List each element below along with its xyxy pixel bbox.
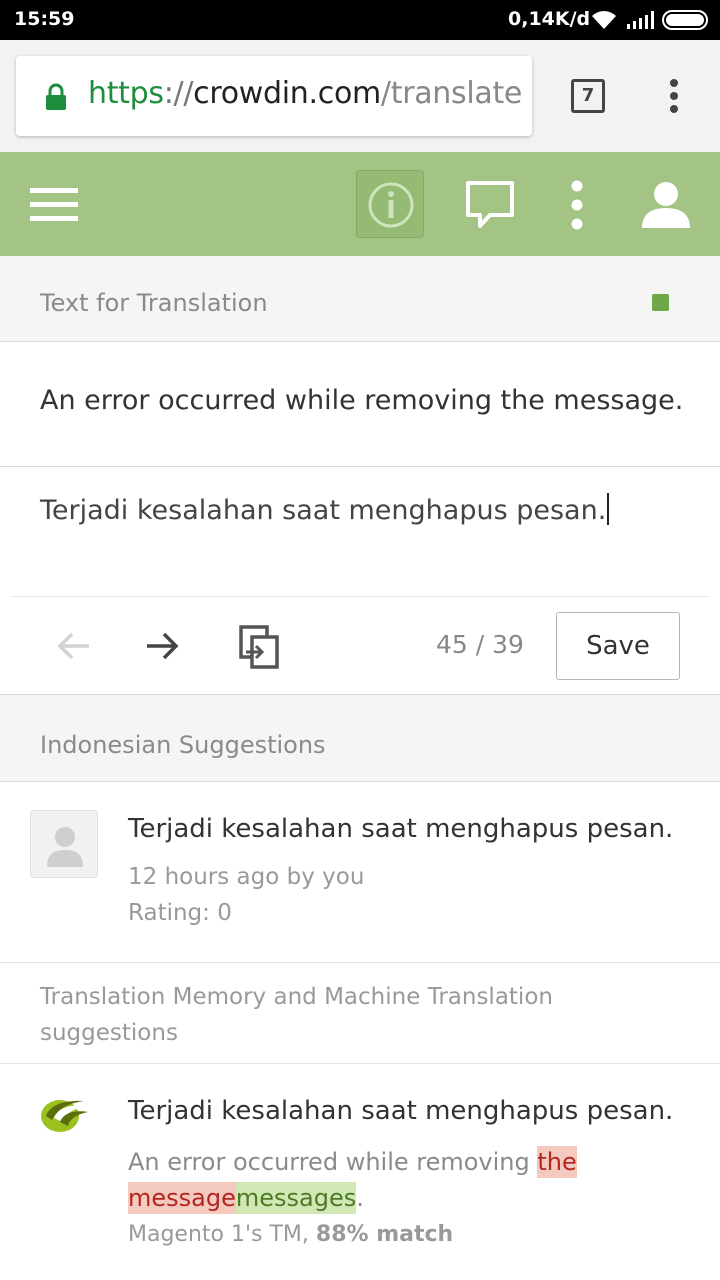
avatar [30, 810, 98, 878]
lock-icon [44, 83, 68, 115]
suggestion-time: 12 hours ago by you [128, 864, 365, 890]
info-icon [368, 182, 414, 228]
section-title: Text for Translation [40, 289, 268, 317]
section-title: Indonesian Suggestions [40, 731, 326, 759]
menu-icon[interactable] [30, 186, 78, 228]
divider [10, 596, 710, 597]
divider [0, 466, 720, 467]
copy-source-icon[interactable] [238, 624, 280, 674]
network-speed: 0,14K/d [508, 8, 591, 30]
tm-match-info: Magento 1's TM, 88% match [128, 1222, 454, 1247]
suggestion-text[interactable]: Terjadi kesalahan saat menghapus pesan. [128, 814, 673, 844]
text-for-translation-header: Text for Translation [0, 256, 720, 342]
source-text: An error occurred while removing the mes… [40, 385, 684, 416]
diff-deleted: the [537, 1146, 577, 1178]
text-caret [607, 493, 610, 525]
next-arrow-icon[interactable] [144, 628, 180, 668]
save-button[interactable]: Save [556, 612, 680, 680]
status-bar: 15:59 0,14K/d [0, 0, 720, 40]
battery-icon [662, 10, 710, 34]
more-vertical-icon[interactable] [566, 180, 588, 234]
tm-suggestions-header: Translation Memory and Machine Translati… [0, 962, 720, 1064]
tm-source-diff: An error occurred while removing the mes… [128, 1146, 577, 1214]
suggestion-rating: Rating: 0 [128, 900, 232, 926]
comment-icon[interactable] [464, 180, 516, 234]
wifi-icon [590, 9, 618, 35]
address-bar[interactable]: https://crowdin.com/translate [16, 56, 532, 136]
user-icon[interactable] [640, 180, 692, 234]
string-status-indicator [652, 294, 669, 311]
diff-deleted: message [128, 1182, 236, 1214]
suggestions-header: Indonesian Suggestions [0, 694, 720, 782]
url-text[interactable]: https://crowdin.com/translate [88, 76, 522, 111]
signal-icon [626, 10, 654, 34]
browser-toolbar: https://crowdin.com/translate 7 [0, 40, 720, 152]
info-button[interactable] [356, 170, 424, 238]
magento-logo-icon [40, 1096, 90, 1138]
character-counter: 45 / 39 [436, 630, 524, 659]
translation-input[interactable]: Terjadi kesalahan saat menghapus pesan. [40, 493, 610, 526]
diff-inserted: messages [235, 1182, 357, 1214]
match-percent: 88% match [315, 1222, 454, 1247]
section-title: Translation Memory and Machine Translati… [40, 984, 553, 1046]
previous-arrow-icon[interactable] [56, 628, 92, 668]
tm-suggestion-text[interactable]: Terjadi kesalahan saat menghapus pesan. [128, 1096, 673, 1126]
browser-menu-icon[interactable] [668, 78, 680, 118]
status-time: 15:59 [14, 8, 75, 30]
tab-switcher-button[interactable]: 7 [571, 79, 605, 113]
